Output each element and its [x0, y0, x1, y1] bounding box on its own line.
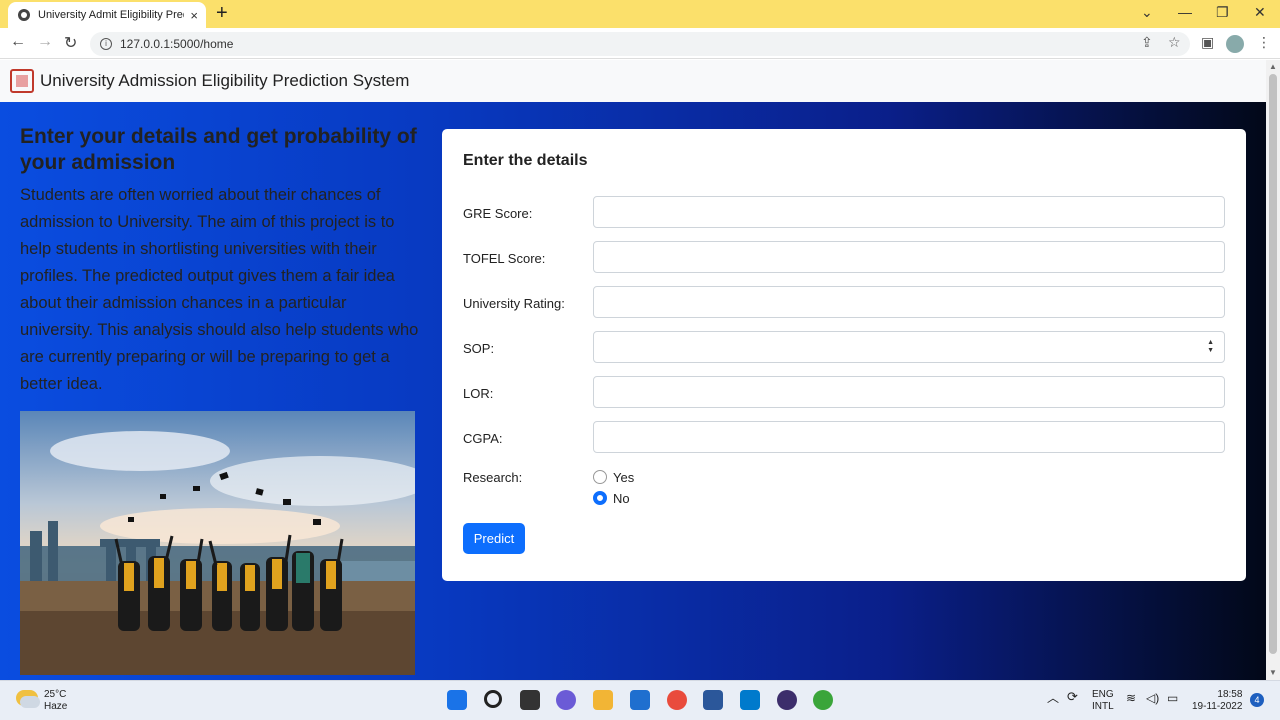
university-rating-label: University Rating:	[463, 296, 565, 311]
research-no-radio[interactable]	[593, 491, 607, 505]
hero-description: Students are often worried about their c…	[20, 186, 419, 393]
navbar-brand[interactable]: University Admission Eligibility Predict…	[40, 71, 409, 91]
university-logo-icon	[10, 69, 34, 93]
browser-tab[interactable]: University Admit Eligibility Predic ×	[8, 2, 206, 28]
gre-score-label: GRE Score:	[463, 206, 533, 221]
weather-widget[interactable]: 25°C Haze	[44, 689, 67, 713]
windows-taskbar: 25°C Haze ︿ ⟳ ENG INTL ≋ ◁) ▭ 18:58 19-1…	[0, 680, 1280, 720]
scroll-up-icon[interactable]: ▲	[1269, 62, 1277, 71]
profile-avatar[interactable]	[1226, 35, 1244, 53]
cgpa-label: CGPA:	[463, 431, 503, 446]
language-code: ENG	[1092, 689, 1114, 700]
university-rating-input[interactable]	[593, 286, 1225, 318]
keyboard-layout: INTL	[1092, 701, 1114, 712]
address-bar-row: ← → ↻ i 127.0.0.1:5000/home ⇪ ☆ ▣ ⋮	[0, 28, 1280, 59]
chat-icon[interactable]	[556, 690, 576, 710]
minimize-button[interactable]: —	[1178, 4, 1192, 20]
start-menu-icon[interactable]	[447, 690, 467, 710]
sop-label: SOP:	[463, 341, 495, 356]
vscode-icon[interactable]	[740, 690, 760, 710]
tofel-score-input[interactable]	[593, 241, 1225, 273]
url-text: 127.0.0.1:5000/home	[120, 37, 234, 51]
forward-button[interactable]: →	[37, 33, 53, 51]
reload-button[interactable]: ↻	[64, 33, 77, 53]
details-form-card: Enter the details GRE Score: TOFEL Score…	[442, 129, 1246, 581]
weather-icon[interactable]	[16, 690, 40, 708]
language-indicator[interactable]: ENG INTL	[1092, 689, 1114, 713]
back-button[interactable]: ←	[10, 33, 26, 51]
research-yes-radio[interactable]	[593, 470, 607, 484]
search-icon[interactable]	[484, 690, 502, 708]
close-window-button[interactable]: ✕	[1254, 4, 1266, 21]
wifi-icon[interactable]: ≋	[1126, 692, 1136, 704]
temperature: 25°C	[44, 689, 67, 700]
research-yes-label[interactable]: Yes	[613, 470, 634, 485]
maximize-button[interactable]: ❐	[1216, 4, 1229, 21]
file-explorer-icon[interactable]	[593, 690, 613, 710]
chrome-icon[interactable]	[667, 690, 687, 710]
main-section: Enter your details and get probability o…	[0, 102, 1266, 680]
browser-tab-strip: University Admit Eligibility Predic × + …	[0, 0, 1280, 28]
page-scrollbar[interactable]: ▲ ▼	[1266, 60, 1280, 680]
predict-button[interactable]: Predict	[463, 523, 525, 554]
eclipse-icon[interactable]	[777, 690, 797, 710]
globe-icon	[18, 9, 30, 21]
scroll-down-icon[interactable]: ▼	[1269, 668, 1277, 677]
mail-icon[interactable]	[630, 690, 650, 710]
bookmark-star-icon[interactable]: ☆	[1168, 34, 1181, 51]
lor-label: LOR:	[463, 386, 494, 401]
task-view-icon[interactable]	[520, 690, 540, 710]
battery-icon[interactable]: ▭	[1167, 692, 1178, 704]
new-tab-button[interactable]: +	[216, 3, 228, 23]
scrollbar-thumb[interactable]	[1269, 74, 1277, 654]
clock[interactable]: 18:58 19-11-2022	[1192, 689, 1242, 713]
notification-badge[interactable]: 4	[1250, 693, 1264, 707]
tab-title: University Admit Eligibility Predic	[38, 9, 185, 21]
tofel-score-label: TOFEL Score:	[463, 251, 546, 266]
cgpa-input[interactable]	[593, 421, 1225, 453]
browser-menu-icon[interactable]: ⋮	[1257, 34, 1271, 51]
spyder-icon[interactable]	[813, 690, 833, 710]
sync-icon[interactable]: ⟳	[1067, 690, 1078, 703]
sop-number-input[interactable]: ▲ ▼	[593, 331, 1225, 363]
share-icon[interactable]: ⇪	[1141, 34, 1153, 51]
site-info-icon[interactable]: i	[100, 38, 112, 50]
graduation-photo	[20, 411, 415, 675]
tab-search-icon[interactable]: ⌄	[1141, 4, 1153, 21]
spinner-arrows-icon[interactable]: ▲ ▼	[1207, 339, 1214, 355]
volume-icon[interactable]: ◁)	[1146, 692, 1159, 704]
word-icon[interactable]	[703, 690, 723, 710]
app-navbar: University Admission Eligibility Predict…	[0, 60, 1266, 102]
weather-condition: Haze	[44, 701, 68, 712]
date: 19-11-2022	[1192, 701, 1243, 712]
form-title: Enter the details	[463, 152, 588, 169]
research-no-label[interactable]: No	[613, 491, 630, 506]
lor-input[interactable]	[593, 376, 1225, 408]
tray-overflow-icon[interactable]: ︿	[1047, 692, 1059, 704]
url-bar[interactable]: i 127.0.0.1:5000/home	[90, 32, 1190, 56]
gre-score-input[interactable]	[593, 196, 1225, 228]
research-label: Research:	[463, 470, 523, 485]
time: 18:58	[1217, 689, 1243, 700]
side-panel-icon[interactable]: ▣	[1201, 34, 1214, 51]
hero-title: Enter your details and get probability o…	[20, 125, 417, 174]
tab-close-icon[interactable]: ×	[190, 8, 198, 23]
